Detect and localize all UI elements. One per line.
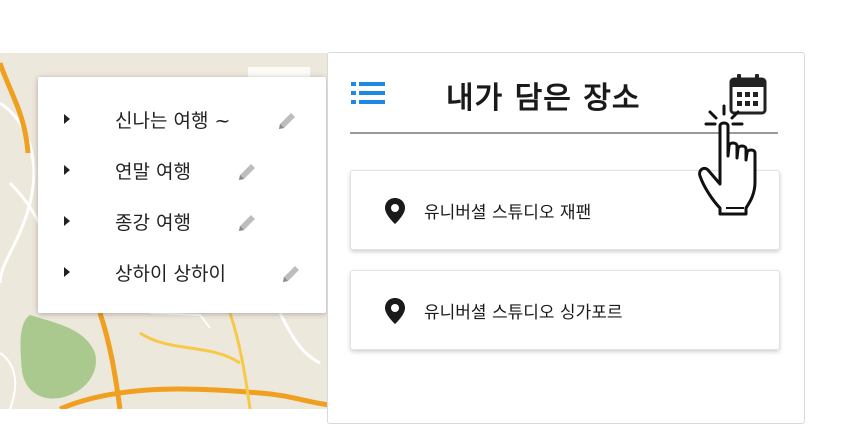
- place-name: 유니버셜 스튜디오 재팬: [424, 203, 592, 223]
- caret-right-icon[interactable]: [64, 216, 70, 226]
- trip-list-menu: 신나는 여행 ~ 연말 여행 종강 여행 상하이 상하이: [38, 77, 326, 313]
- trip-label[interactable]: 연말 여행: [115, 157, 191, 184]
- pencil-icon[interactable]: [276, 110, 298, 132]
- trip-item-3[interactable]: 종강 여행: [38, 201, 326, 241]
- map-pin-icon: [385, 198, 405, 224]
- pencil-icon[interactable]: [236, 161, 258, 183]
- place-card-2[interactable]: 유니버셜 스튜디오 싱가포르: [350, 270, 780, 350]
- trip-item-4[interactable]: 상하이 상하이: [38, 252, 326, 292]
- pencil-icon[interactable]: [280, 263, 302, 285]
- trip-label[interactable]: 종강 여행: [115, 208, 191, 235]
- map-pin-icon: [385, 298, 405, 324]
- place-name: 유니버셜 스튜디오 싱가포르: [424, 303, 623, 323]
- caret-right-icon[interactable]: [64, 114, 70, 124]
- caret-right-icon[interactable]: [64, 267, 70, 277]
- list-icon[interactable]: [350, 80, 386, 106]
- hand-pointer-icon: [698, 104, 757, 216]
- trip-item-2[interactable]: 연말 여행: [38, 150, 326, 190]
- pencil-icon[interactable]: [236, 212, 258, 234]
- page-title: 내가 담은 장소: [446, 81, 641, 116]
- trip-label[interactable]: 상하이 상하이: [115, 259, 226, 286]
- caret-right-icon[interactable]: [64, 165, 70, 175]
- trip-label[interactable]: 신나는 여행 ~: [115, 106, 230, 133]
- trip-item-1[interactable]: 신나는 여행 ~: [38, 99, 326, 139]
